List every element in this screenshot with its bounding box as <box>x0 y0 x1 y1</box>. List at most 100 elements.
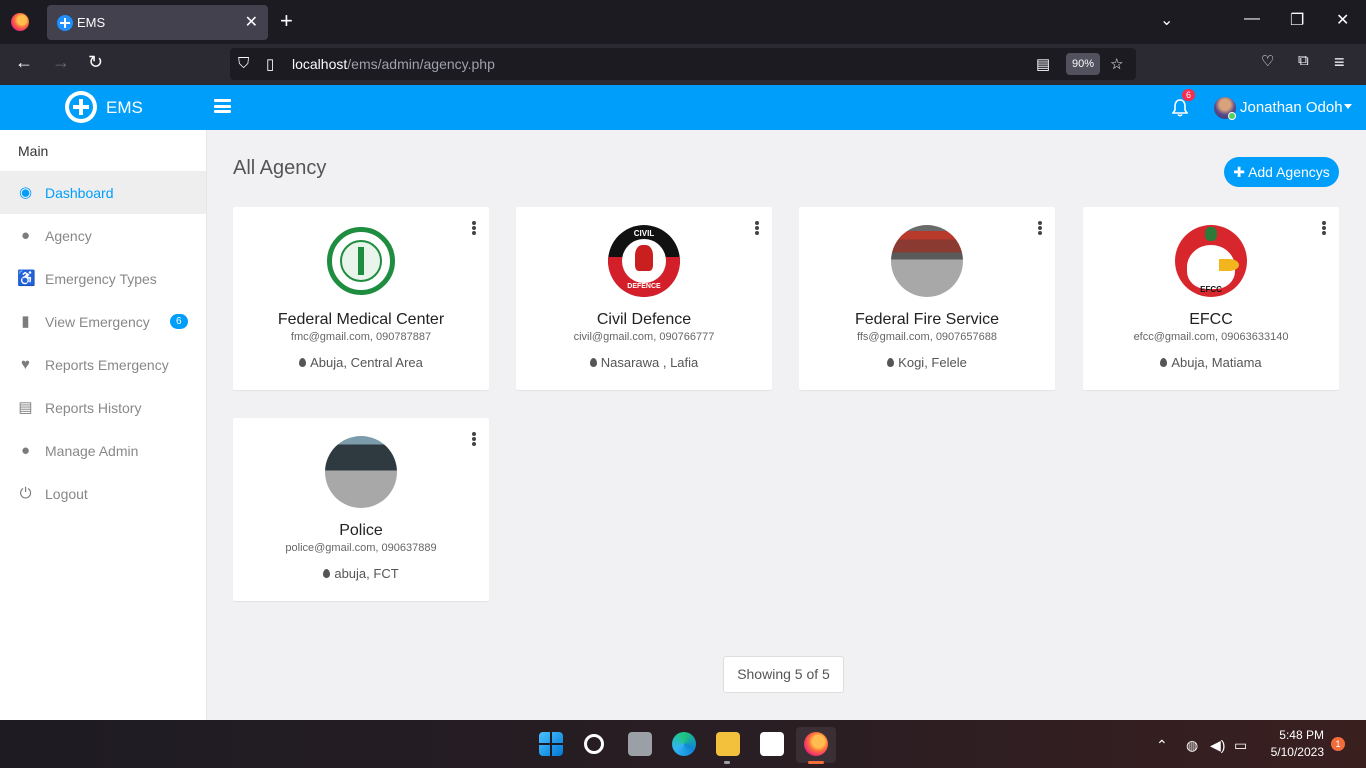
reader-view-icon[interactable]: ▤ <box>1036 55 1050 73</box>
sidebar-item-label: View Emergency <box>45 314 150 330</box>
forward-icon[interactable]: → <box>52 52 70 73</box>
file-icon: ▮ <box>21 313 30 330</box>
store-icon[interactable] <box>760 732 784 756</box>
ems-logo-icon[interactable] <box>65 91 97 123</box>
agency-location-text: Abuja, Central Area <box>310 355 423 370</box>
volume-icon[interactable]: ◀) <box>1210 737 1225 754</box>
browser-tab[interactable]: EMS ✕ <box>47 5 268 40</box>
notification-count-badge[interactable]: 1 <box>1331 737 1345 751</box>
logo-text-top: CIVIL <box>633 229 655 238</box>
user-icon: ● <box>20 227 31 244</box>
add-agency-button[interactable]: ✚ Add Agencys <box>1224 157 1339 187</box>
chevron-up-icon[interactable]: ⌃ <box>1156 737 1168 754</box>
back-icon[interactable]: ← <box>15 52 33 73</box>
extensions-icon[interactable]: ⧉ <box>1298 52 1309 69</box>
user-plus-icon: ● <box>20 442 31 459</box>
restore-icon[interactable]: ❐ <box>1290 10 1304 30</box>
page-icon[interactable]: ▯ <box>266 55 274 73</box>
menu-toggle-icon[interactable] <box>214 99 231 113</box>
agency-name: Federal Fire Service <box>854 311 1000 328</box>
pagination-info: Showing 5 of 5 <box>723 656 844 693</box>
sidebar-item-view-emergency[interactable]: ▮ View Emergency 6 <box>0 300 206 343</box>
more-options-icon[interactable] <box>472 432 476 446</box>
clock-date[interactable]: 5/10/2023 <box>1260 745 1324 759</box>
dashboard-icon: ◉ <box>18 184 33 201</box>
sidebar: Main ◉ Dashboard ● Agency ♿ Emergency Ty… <box>0 130 207 720</box>
map-marker-icon <box>323 569 331 578</box>
zoom-level[interactable]: 90% <box>1065 53 1100 75</box>
sidebar-item-dashboard[interactable]: ◉ Dashboard <box>0 171 206 214</box>
clock-time[interactable]: 5:48 PM <box>1270 728 1324 742</box>
agency-location: Abuja, Central Area <box>233 355 489 370</box>
agency-location-text: abuja, FCT <box>334 566 399 581</box>
add-agency-label: Add Agencys <box>1248 164 1330 180</box>
agency-location-text: Kogi, Felele <box>898 355 967 370</box>
reload-icon[interactable]: ↻ <box>88 52 103 73</box>
browser-nav-bar: ← → ↻ ⛉ ▯ localhost/ems/admin/agency.php… <box>0 44 1366 85</box>
agency-contact: efcc@gmail.com, 09063633140 <box>1133 331 1289 343</box>
bell-icon[interactable] <box>1172 99 1188 117</box>
windows-start-icon[interactable] <box>539 732 563 756</box>
url-text[interactable]: localhost/ems/admin/agency.php <box>292 56 495 72</box>
agency-card: Police police@gmail.com, 090637889 abuja… <box>233 418 489 601</box>
url-bar[interactable]: ⛉ ▯ localhost/ems/admin/agency.php ▤ 90%… <box>230 48 1136 80</box>
sidebar-item-emergency-types[interactable]: ♿ Emergency Types <box>0 257 206 300</box>
minimize-icon[interactable]: — <box>1244 10 1260 28</box>
active-indicator <box>808 761 824 764</box>
search-icon[interactable] <box>584 734 604 754</box>
edge-icon[interactable] <box>672 732 696 756</box>
brand-name[interactable]: EMS <box>106 98 143 118</box>
app-menu-icon[interactable]: ≡ <box>1334 52 1345 73</box>
user-name[interactable]: Jonathan Odoh <box>1240 99 1343 116</box>
document-icon: ▤ <box>18 399 33 416</box>
pocket-icon[interactable]: ♡ <box>1261 52 1274 70</box>
more-options-icon[interactable] <box>755 221 759 235</box>
sidebar-item-reports-emergency[interactable]: ♥ Reports Emergency <box>0 343 206 386</box>
map-marker-icon <box>589 358 597 367</box>
sidebar-item-label: Dashboard <box>45 185 114 201</box>
tab-title: EMS <box>77 15 106 30</box>
heartbeat-icon: ♥ <box>21 356 30 373</box>
task-view-icon[interactable] <box>628 732 652 756</box>
sidebar-item-label: Reports History <box>45 400 142 416</box>
logo-text-bottom: DEFENCE <box>627 283 661 290</box>
agency-name: Civil Defence <box>596 311 692 328</box>
agency-location: abuja, FCT <box>233 566 489 581</box>
shield-icon[interactable]: ⛉ <box>238 55 249 72</box>
sidebar-item-manage-admin[interactable]: ● Manage Admin <box>0 429 206 472</box>
agency-logo: CIVIL DEFENCE <box>608 225 680 297</box>
map-marker-icon <box>299 358 307 367</box>
sidebar-item-label: Emergency Types <box>45 271 157 287</box>
more-options-icon[interactable] <box>472 221 476 235</box>
sidebar-section-title: Main <box>18 143 49 159</box>
plus-icon: ✚ <box>1233 164 1249 180</box>
agency-contact: fmc@gmail.com, 090787887 <box>290 331 432 343</box>
more-options-icon[interactable] <box>1322 221 1326 235</box>
firefox-icon[interactable] <box>11 13 29 31</box>
online-status-dot <box>1228 112 1236 120</box>
ems-favicon-icon <box>57 15 73 31</box>
network-icon[interactable]: ◍ <box>1186 737 1198 754</box>
new-tab-button[interactable]: + <box>280 9 293 33</box>
sidebar-item-reports-history[interactable]: ▤ Reports History <box>0 386 206 429</box>
bookmark-star-icon[interactable]: ☆ <box>1110 55 1123 73</box>
sidebar-item-logout[interactable]: ⏻ Logout <box>0 472 206 515</box>
url-host: localhost <box>292 56 348 72</box>
agency-logo <box>325 225 397 297</box>
chevron-down-icon[interactable] <box>1344 104 1352 109</box>
battery-icon[interactable]: ▭ <box>1234 737 1247 754</box>
sidebar-item-agency[interactable]: ● Agency <box>0 214 206 257</box>
notification-badge: 6 <box>1182 89 1196 101</box>
agency-photo <box>891 225 963 297</box>
sidebar-item-label: Logout <box>45 486 88 502</box>
agency-contact: ffs@gmail.com, 0907657688 <box>857 331 997 343</box>
agency-location-text: Nasarawa , Lafia <box>600 355 699 370</box>
close-window-icon[interactable]: ✕ <box>1336 10 1349 30</box>
emergency-count-badge: 6 <box>170 314 188 329</box>
close-tab-icon[interactable]: ✕ <box>245 12 258 32</box>
more-options-icon[interactable] <box>1038 221 1042 235</box>
list-tabs-icon[interactable]: ⌄ <box>1160 10 1173 30</box>
firefox-taskbar-icon[interactable] <box>804 732 828 756</box>
wheelchair-icon: ♿ <box>17 270 36 287</box>
file-explorer-icon[interactable] <box>716 732 740 756</box>
